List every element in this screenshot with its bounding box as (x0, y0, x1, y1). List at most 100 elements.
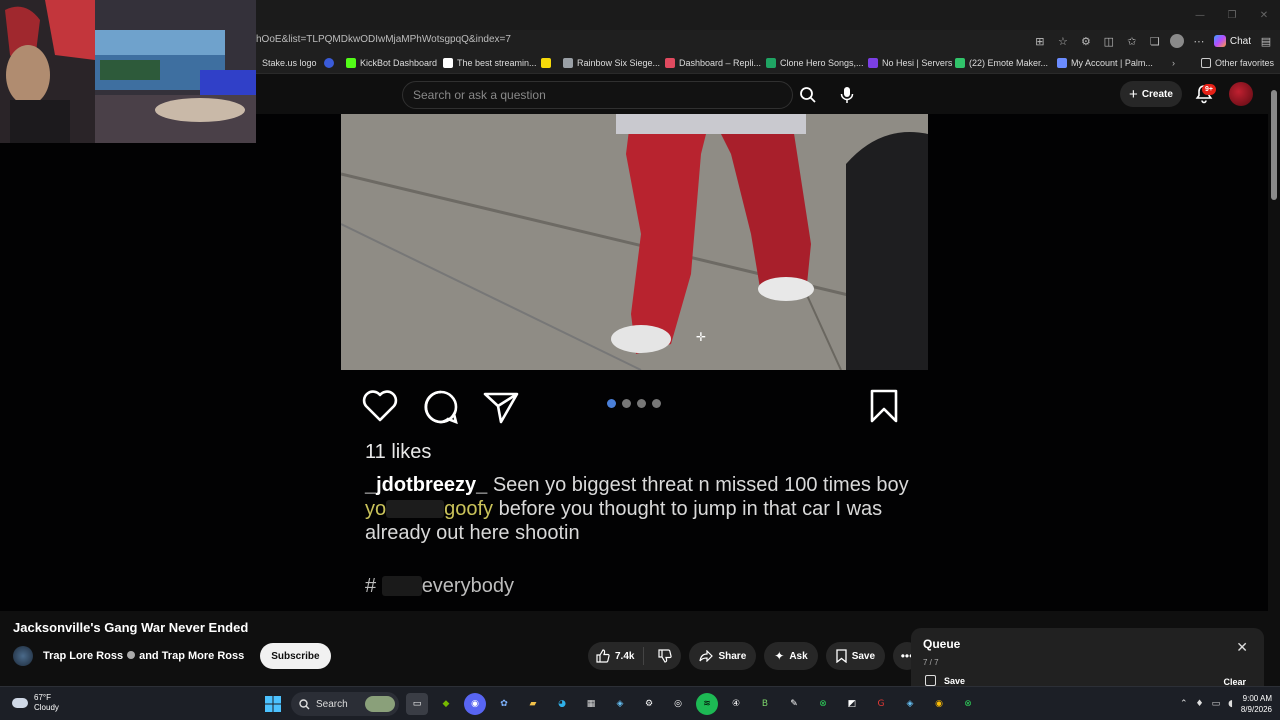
scrollbar-thumb[interactable] (1271, 90, 1277, 200)
microphone-icon (840, 87, 854, 103)
carousel-dot (652, 399, 661, 408)
microphone-tray-icon[interactable]: ♦ (1196, 699, 1204, 709)
dislike-button[interactable] (649, 649, 681, 663)
weather-widget[interactable]: 67°F Cloudy (12, 693, 59, 713)
queue-title: Queue (923, 637, 961, 651)
ask-button[interactable]: ✦ Ask (764, 642, 818, 670)
copilot-app-icon[interactable]: ✿ (493, 693, 515, 715)
file-explorer-icon[interactable]: ▰ (522, 693, 544, 715)
like-dislike-group: 7.4k (588, 642, 682, 670)
page-scrollbar[interactable] (1268, 74, 1280, 686)
bookmark-label: My Account | Palm... (1071, 58, 1153, 68)
chrome-icon[interactable]: ◉ (928, 693, 950, 715)
split-screen-icon[interactable]: ◫ (1101, 33, 1117, 49)
like-button[interactable]: 7.4k (588, 647, 645, 665)
sparkle-icon: ✦ (774, 649, 785, 663)
folder-icon (1201, 58, 1211, 68)
tray-overflow-icon[interactable]: ⌃ (1180, 699, 1188, 709)
extensions-icon[interactable]: ⚙ (1078, 33, 1094, 49)
channel-row: Trap Lore Ross and Trap More Ross Subscri… (13, 643, 331, 669)
bookmark-kickbot[interactable]: KickBot Dashboard (346, 56, 437, 70)
create-button[interactable]: + Create (1120, 81, 1182, 107)
b-app-icon[interactable]: B (754, 693, 776, 715)
store-icon[interactable]: ▦ (580, 693, 602, 715)
bookmark-r6[interactable]: Rainbow Six Siege... (563, 56, 660, 70)
post-hashtag: # everybody (365, 575, 514, 598)
nvidia-icon[interactable]: ◆ (435, 693, 457, 715)
pen-app-icon[interactable]: ✎ (783, 693, 805, 715)
profile-avatar[interactable] (1169, 34, 1184, 48)
search-button[interactable] (794, 81, 822, 109)
save-button[interactable]: Save (825, 642, 886, 670)
voice-search-button[interactable] (833, 81, 861, 109)
task-view-icon[interactable]: ▭ (406, 693, 428, 715)
discord-icon[interactable]: ◉ (464, 693, 486, 715)
queue-save-checkbox[interactable]: Save (925, 675, 965, 686)
channel-name[interactable]: Trap Lore Ross and Trap More Ross (43, 650, 244, 662)
settings-gear-icon[interactable]: ⚙ (638, 693, 660, 715)
close-icon[interactable]: ✕ (1236, 640, 1248, 656)
bookmark-label: (22) Emote Maker... (969, 58, 1049, 68)
xbox-icon[interactable]: ⊗ (812, 693, 834, 715)
collections-icon[interactable]: ❏ (1147, 33, 1163, 49)
search-input[interactable] (413, 87, 773, 103)
bookmark-label: The best streamin... (457, 58, 537, 68)
video-player[interactable]: 11 likes _jdotbreezy_ Seen yo biggest th… (0, 114, 1268, 611)
bookmark-no-hesi[interactable]: No Hesi | Servers (868, 56, 952, 70)
clock-time: 9:00 AM (1242, 694, 1272, 703)
minimize-icon[interactable]: — (1184, 0, 1216, 30)
favorite-star-icon[interactable]: ☆ (1055, 33, 1071, 49)
other-favorites-label: Other favorites (1215, 58, 1275, 68)
account-avatar[interactable] (1229, 82, 1253, 106)
other-favorites[interactable]: Other favorites (1201, 56, 1274, 70)
maximize-icon[interactable]: ❐ (1216, 0, 1248, 30)
g-app-icon[interactable]: G (870, 693, 892, 715)
ask-label: Ask (789, 650, 808, 662)
url-field[interactable]: hOoE&list=TLPQMDkwODIwMjaMPhWotsgpqQ&ind… (256, 34, 511, 45)
bookmark-yellow[interactable] (541, 56, 551, 70)
capcut-icon[interactable]: ◩ (841, 693, 863, 715)
steam-2-icon[interactable]: ◈ (899, 693, 921, 715)
bookmark-label: Dashboard – Repli... (679, 58, 762, 68)
bookmarks-overflow-icon[interactable]: › (1172, 56, 1175, 70)
bookmark-emote-maker[interactable]: (22) Emote Maker... (955, 56, 1048, 70)
video-info-section: Jacksonville's Gang War Never Ended Trap… (0, 611, 1268, 698)
bookmark-r[interactable] (324, 56, 334, 70)
subscribe-button[interactable]: Subscribe (260, 643, 331, 669)
4k-app-icon[interactable]: ④ (725, 693, 747, 715)
censored-word (386, 500, 445, 518)
steam-icon[interactable]: ◈ (609, 693, 631, 715)
clock-date: 8/9/2026 (1240, 705, 1272, 714)
taskbar-search[interactable]: Search (291, 692, 399, 716)
more-menu-icon[interactable]: ⋯ (1191, 33, 1207, 49)
taskbar-search-label: Search (316, 698, 348, 710)
windows-taskbar: 67°F Cloudy Search ▭ ◆ ◉ ✿ ▰ ◕ ▦ ◈ ⚙ ◎ ≋… (0, 686, 1280, 720)
network-icon[interactable]: ▭ (1212, 699, 1221, 709)
sidebar-toggle-icon[interactable]: ▤ (1258, 33, 1274, 49)
bookmark-palm[interactable]: My Account | Palm... (1057, 56, 1153, 70)
system-clock[interactable]: 9:00 AM 8/9/2026 (1241, 693, 1272, 715)
favorites-icon[interactable]: ✩ (1124, 33, 1140, 49)
address-bar-icons: ⊞ ☆ ⚙ ◫ ✩ ❏ ⋯ Chat ▤ (1032, 31, 1274, 51)
spotify-icon[interactable]: ≋ (696, 693, 718, 715)
bookmark-streaming[interactable]: The best streamin... (443, 56, 537, 70)
copilot-icon (1213, 35, 1226, 47)
edge-icon[interactable]: ◕ (551, 693, 573, 715)
copilot-chat-button[interactable]: Chat (1213, 35, 1251, 47)
obs-icon[interactable]: ◎ (667, 693, 689, 715)
xbox-app-icon[interactable]: ⊗ (957, 693, 979, 715)
bookmark-favicon (868, 58, 878, 68)
thumbs-down-icon (658, 649, 673, 663)
bookmark-stake[interactable]: Stake.us logo (262, 56, 317, 70)
collab-channel-text: and Trap More Ross (139, 650, 245, 662)
bookmark-replit[interactable]: Dashboard – Repli... (665, 56, 761, 70)
video-actions: 7.4k Share ✦ Ask Save ••• (588, 642, 922, 670)
app-available-icon[interactable]: ⊞ (1032, 33, 1048, 49)
close-window-icon[interactable]: ✕ (1248, 0, 1280, 30)
share-button[interactable]: Share (689, 642, 757, 670)
windows-start-icon[interactable] (262, 693, 284, 715)
bookmark-clone-hero[interactable]: Clone Hero Songs,... (766, 56, 864, 70)
caption-yo: yo (365, 498, 387, 520)
volume-icon[interactable]: ◖ (1228, 699, 1233, 709)
channel-avatar[interactable] (13, 646, 33, 666)
